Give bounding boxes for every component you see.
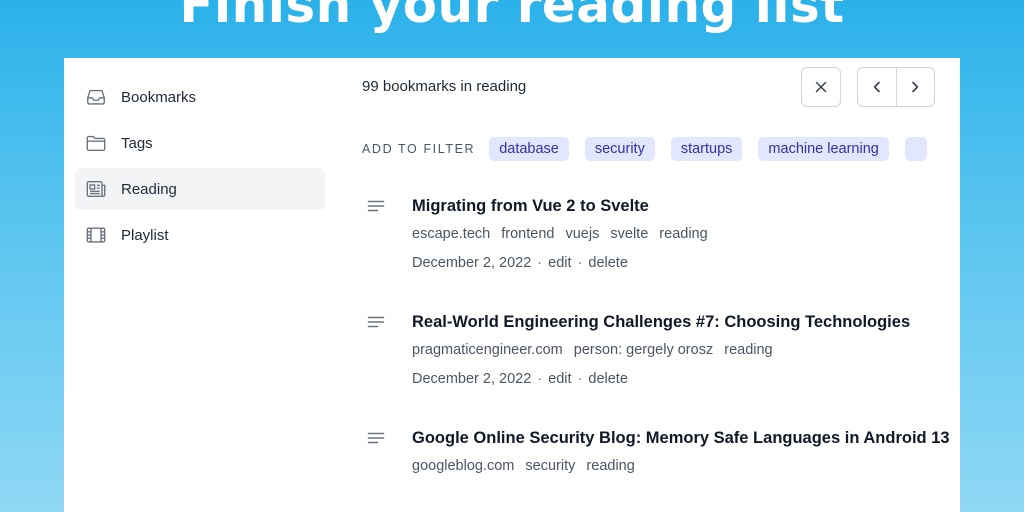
filter-chip[interactable]: machine learning [758, 137, 889, 161]
bookmark-tags: escape.tech frontend vuejs svelte readin… [412, 224, 960, 244]
delete-link[interactable]: delete [588, 371, 628, 387]
sidebar-item-label: Playlist [121, 226, 169, 244]
app-panel: Bookmarks Tags Reading Playlist 99 bookm… [64, 58, 960, 512]
bookmark-title[interactable]: Google Online Security Blog: Memory Safe… [412, 426, 960, 451]
bookmark-title[interactable]: Migrating from Vue 2 to Svelte [412, 194, 960, 219]
sidebar-item-playlist[interactable]: Playlist [75, 214, 325, 256]
sidebar-item-bookmarks[interactable]: Bookmarks [75, 76, 325, 118]
bookmark-count: 99 bookmarks in reading [362, 78, 527, 95]
sidebar-item-tags[interactable]: Tags [75, 122, 325, 164]
bookmark-item: Google Online Security Blog: Memory Safe… [362, 426, 960, 476]
inbox-icon [85, 86, 107, 108]
bookmark-tags: googleblog.com security reading [412, 456, 960, 476]
tag-link[interactable]: svelte [610, 226, 648, 242]
delete-link[interactable]: delete [588, 255, 628, 271]
sidebar-item-label: Tags [121, 134, 153, 152]
edit-link[interactable]: edit [548, 255, 571, 271]
filter-chip[interactable]: security [584, 137, 655, 161]
sidebar-item-reading[interactable]: Reading [75, 168, 325, 210]
bookmark-date: December 2, 2022 [412, 371, 532, 387]
headline: Finish your reading list [179, 0, 845, 34]
close-icon[interactable] [802, 68, 840, 106]
filter-chip[interactable]: database [489, 137, 569, 161]
separator: · [537, 371, 543, 387]
text-lines-icon [366, 313, 386, 333]
bookmark-domain[interactable]: googleblog.com [412, 458, 514, 474]
bookmark-tags: pragmaticengineer.com person: gergely or… [412, 340, 960, 360]
filter-row: ADD TO FILTER database security startups… [362, 136, 960, 162]
bookmark-domain[interactable]: pragmaticengineer.com [412, 342, 563, 358]
bookmark-item: Migrating from Vue 2 to Svelte escape.te… [362, 194, 960, 273]
tag-link[interactable]: vuejs [565, 226, 599, 242]
tag-link[interactable]: reading [659, 226, 707, 242]
pagination [857, 67, 935, 107]
sidebar-item-label: Reading [121, 180, 177, 198]
filter-label: ADD TO FILTER [362, 142, 476, 156]
bookmark-title[interactable]: Real-World Engineering Challenges #7: Ch… [412, 310, 960, 335]
filter-chip-overflow[interactable] [904, 137, 927, 161]
tag-link[interactable]: reading [724, 342, 772, 358]
tag-link[interactable]: security [525, 458, 575, 474]
sidebar-item-label: Bookmarks [121, 88, 197, 106]
folder-icon [85, 132, 107, 154]
bookmark-meta: December 2, 2022 · edit · delete [412, 369, 960, 389]
bookmark-meta: December 2, 2022 · edit · delete [412, 253, 960, 273]
newspaper-icon [85, 178, 107, 200]
bookmark-domain[interactable]: escape.tech [412, 226, 490, 242]
chevron-left-icon [873, 81, 880, 93]
prev-page-button[interactable] [858, 68, 896, 106]
text-lines-icon [366, 197, 386, 217]
close-filter-button[interactable] [801, 67, 841, 107]
film-icon [85, 224, 107, 246]
tag-link[interactable]: reading [586, 458, 634, 474]
separator: · [577, 371, 583, 387]
sidebar: Bookmarks Tags Reading Playlist [75, 76, 325, 260]
next-page-button[interactable] [895, 68, 935, 106]
filter-chip[interactable]: startups [670, 137, 743, 161]
main-content: 99 bookmarks in reading ADD TO FILTER da… [362, 58, 960, 512]
bookmark-item: Real-World Engineering Challenges #7: Ch… [362, 310, 960, 389]
tag-link[interactable]: frontend [501, 226, 554, 242]
separator: · [537, 255, 543, 271]
edit-link[interactable]: edit [548, 371, 571, 387]
bookmark-date: December 2, 2022 [412, 255, 532, 271]
chevron-right-icon [912, 81, 919, 93]
text-lines-icon [366, 429, 386, 449]
tag-link[interactable]: person: gergely orosz [574, 342, 713, 358]
separator: · [577, 255, 583, 271]
